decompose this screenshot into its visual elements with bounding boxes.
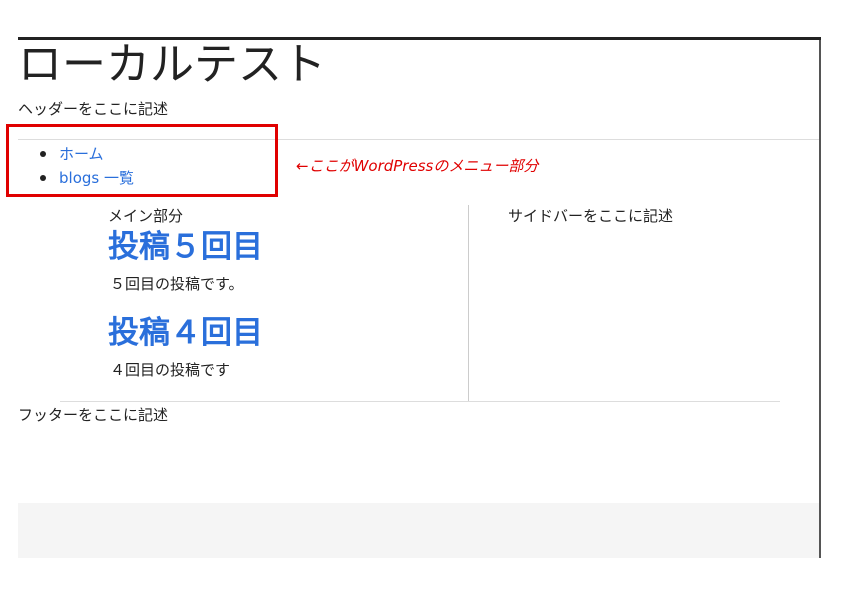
right-border	[819, 40, 821, 558]
nav-link-home[interactable]: ホーム	[59, 145, 104, 163]
column-divider	[468, 205, 469, 401]
post: 投稿５回目 ５回目の投稿です。	[108, 227, 463, 295]
post-excerpt: ４回目の投稿です	[110, 361, 231, 379]
nav-link-blogs[interactable]: blogs 一覧	[59, 169, 134, 187]
main-content: メイン部分 投稿５回目 ５回目の投稿です。 投稿４回目 ４回目の投稿です	[108, 205, 463, 381]
main-navigation: ホーム blogs 一覧	[38, 142, 134, 190]
sidebar: サイドバーをここに記述	[508, 207, 674, 225]
bullet-icon	[40, 151, 46, 157]
main-label: メイン部分	[108, 207, 184, 225]
page: ローカルテスト ヘッダーをここに記述 ホーム blogs 一覧 ←ここがWord…	[0, 0, 842, 595]
post-title-link[interactable]: 投稿４回目	[108, 313, 463, 353]
header-description: ヘッダーをここに記述	[18, 100, 169, 118]
post-excerpt: ５回目の投稿です。	[110, 275, 244, 293]
content-divider	[60, 401, 780, 402]
bullet-icon	[40, 175, 46, 181]
footer-band	[18, 503, 819, 558]
site-title[interactable]: ローカルテスト	[18, 38, 326, 92]
nav-item-home: ホーム	[38, 142, 134, 166]
post: 投稿４回目 ４回目の投稿です	[108, 313, 463, 381]
nav-item-blogs: blogs 一覧	[38, 166, 134, 190]
post-title-link[interactable]: 投稿５回目	[108, 227, 463, 267]
footer-text: フッターをここに記述	[18, 406, 169, 424]
menu-annotation: ←ここがWordPressのメニュー部分	[296, 157, 539, 175]
